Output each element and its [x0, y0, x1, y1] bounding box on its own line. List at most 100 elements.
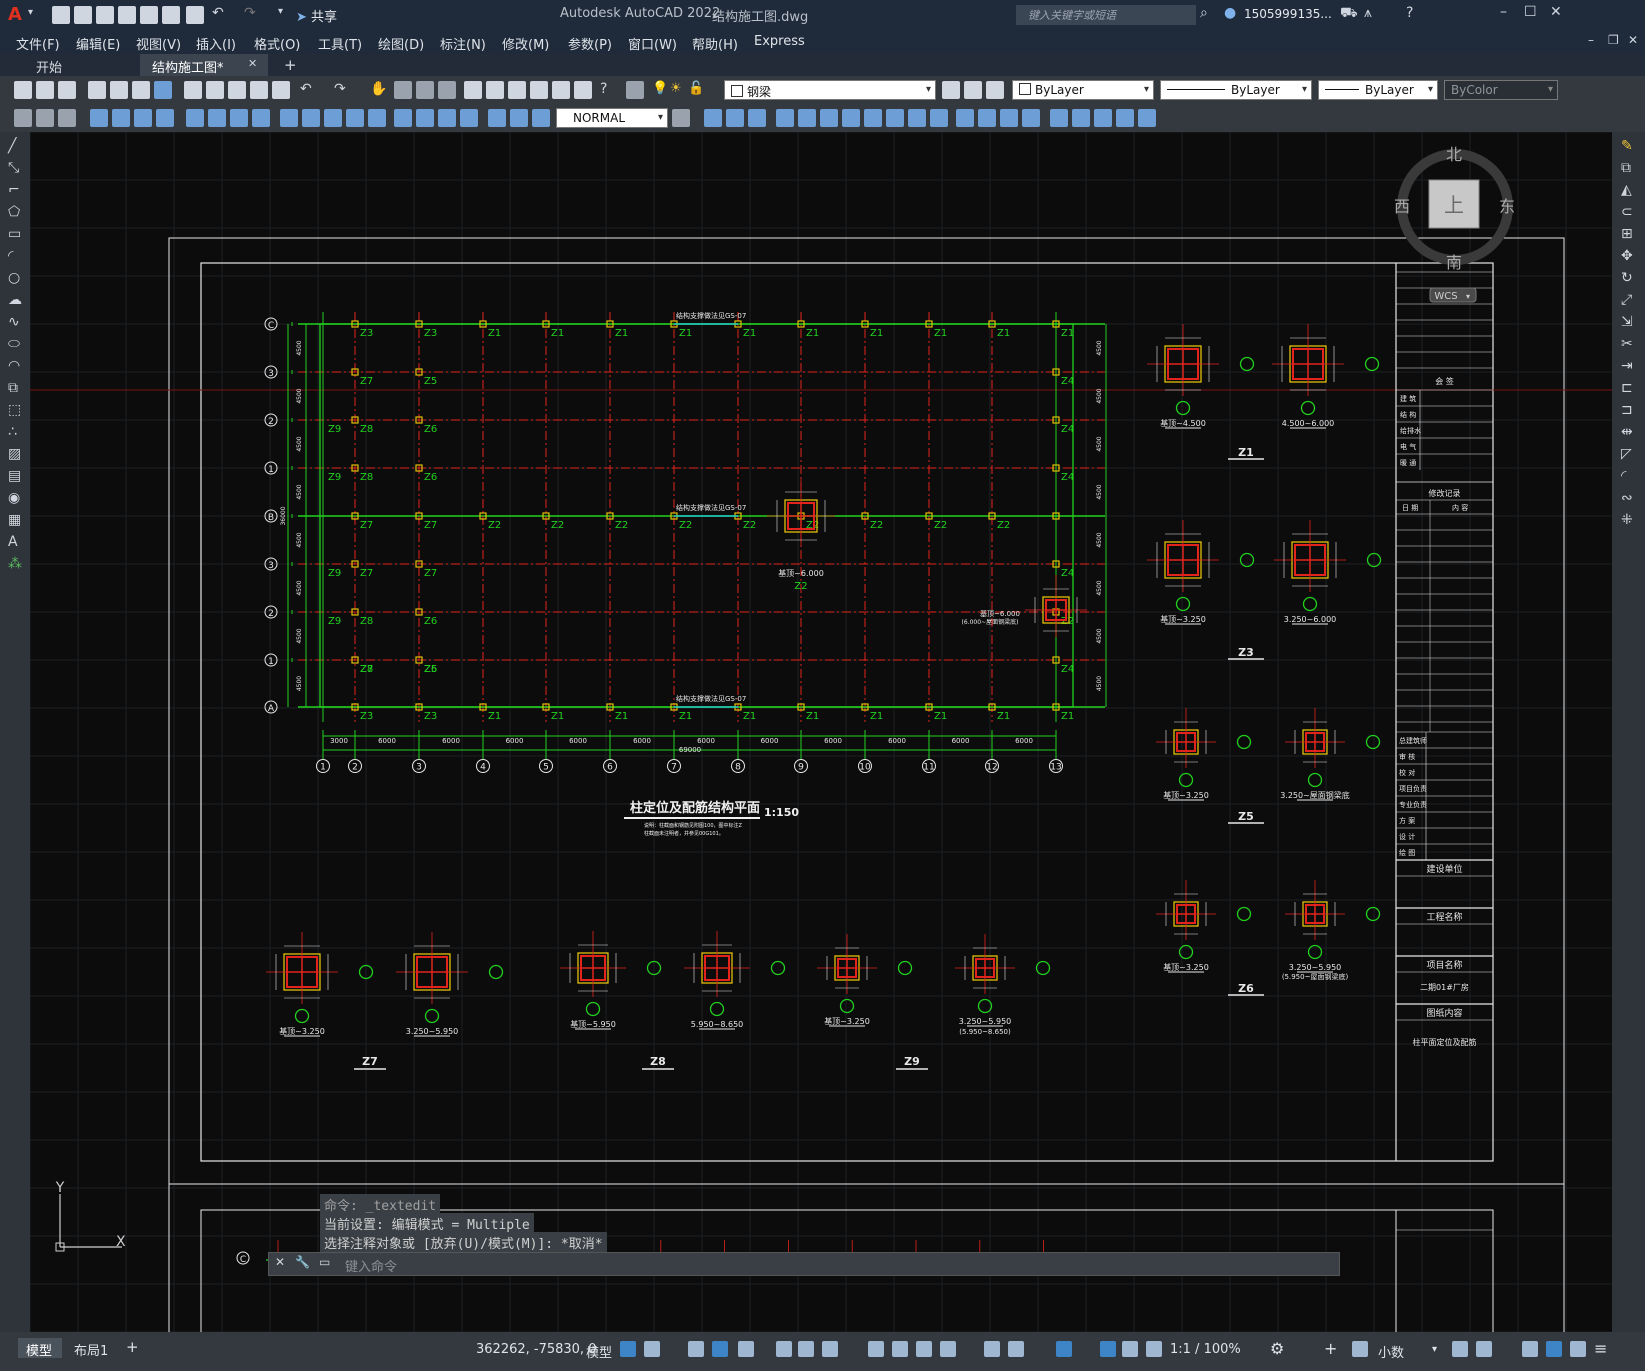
chamfer-icon[interactable] [1000, 109, 1018, 127]
snap-icon[interactable] [644, 1341, 660, 1357]
publish-icon[interactable] [132, 81, 150, 99]
dim-radius-icon[interactable] [186, 109, 204, 127]
color-dropdown[interactable]: ByLayer ▾ [1012, 80, 1154, 100]
autocad-logo-icon[interactable]: A [8, 4, 22, 25]
isolate-objects-icon[interactable] [1522, 1341, 1538, 1357]
region-icon[interactable]: ◉ [8, 490, 20, 506]
clean-screen-icon[interactable] [1570, 1341, 1586, 1357]
user-icon[interactable]: ● [1224, 5, 1236, 21]
open-icon[interactable] [74, 6, 92, 24]
pan-icon[interactable]: ✋ [370, 81, 387, 97]
annotation-scale-icon[interactable] [1146, 1341, 1162, 1357]
dim-baseline-icon[interactable] [302, 109, 320, 127]
selection-cycling-icon[interactable] [916, 1341, 932, 1357]
dim-update-icon[interactable] [532, 109, 550, 127]
menu-window[interactable]: 窗口(W) [628, 34, 677, 53]
ellipse-icon[interactable]: ⬭ [8, 336, 20, 352]
add-selected-icon[interactable]: ⁂ [8, 556, 22, 572]
redo-icon[interactable]: ↷ [334, 81, 346, 97]
rectangle-icon[interactable]: ▭ [8, 226, 21, 242]
table-icon[interactable]: ▦ [8, 512, 21, 528]
block-editor-icon[interactable] [272, 81, 290, 99]
minimize-icon[interactable]: – [1500, 4, 1507, 20]
erase-icon[interactable] [704, 109, 722, 127]
user-name[interactable]: 1505999135... [1244, 7, 1332, 21]
break-point-icon[interactable]: ⊏ [1621, 380, 1633, 396]
tab-start[interactable]: 开始 [36, 57, 62, 76]
quick-properties-icon[interactable] [1452, 1341, 1468, 1357]
rotate-icon[interactable] [842, 109, 860, 127]
plot-icon[interactable] [186, 6, 204, 24]
lineweight-dropdown[interactable]: ByLayer ▾ [1318, 80, 1438, 100]
circle-icon[interactable]: ○ [8, 270, 20, 286]
explode-icon[interactable] [1050, 109, 1068, 127]
customize-menu-icon[interactable]: ≡ [1594, 1339, 1607, 1358]
tab-drawing[interactable]: 结构施工图* ✕ [140, 54, 268, 76]
menu-parametric[interactable]: 参数(P) [568, 34, 612, 53]
markup-icon[interactable] [552, 81, 570, 99]
array-icon[interactable]: ⊞ [1621, 226, 1633, 242]
help-icon[interactable]: ? [600, 81, 607, 97]
model-space-toggle[interactable]: 模型 [586, 1342, 612, 1361]
isodraft-icon[interactable] [776, 1341, 792, 1357]
3dprint-icon[interactable] [154, 81, 172, 99]
zoom-realtime-icon[interactable] [394, 81, 412, 99]
menu-express[interactable]: Express [754, 34, 805, 49]
fillet-icon[interactable] [1022, 109, 1040, 127]
units-value[interactable]: 小数 [1378, 1342, 1404, 1361]
help-icon[interactable]: ? [1406, 5, 1413, 21]
dim-continue-icon[interactable] [324, 109, 342, 127]
tab-layout1[interactable]: 布局1 [74, 1340, 108, 1359]
dynamic-ucs-icon[interactable] [822, 1341, 838, 1357]
layer-on-icon[interactable]: 💡 [652, 81, 668, 96]
save-icon[interactable] [96, 6, 114, 24]
menu-file[interactable]: 文件(F) [16, 34, 60, 53]
menu-help[interactable]: 帮助(H) [692, 34, 738, 53]
dynamic-input-icon[interactable] [984, 1341, 1000, 1357]
move-icon[interactable] [820, 109, 838, 127]
ortho-icon[interactable] [712, 1341, 728, 1357]
insert-block-icon[interactable]: ⧉ [8, 380, 18, 396]
command-input[interactable]: 键入命令 [345, 1256, 397, 1275]
tolerance-icon[interactable] [394, 109, 412, 127]
search-box[interactable]: 键入关键字或短语 [1016, 5, 1196, 25]
erase-icon[interactable]: ✎ [1621, 138, 1633, 154]
search-icon[interactable]: ⌕ [1200, 5, 1208, 21]
lock-ui-icon[interactable] [1476, 1341, 1492, 1357]
paste-icon[interactable] [228, 81, 246, 99]
break-icon[interactable] [956, 109, 974, 127]
compass-north[interactable]: 北 [1446, 145, 1462, 164]
move-icon[interactable]: ✥ [1621, 248, 1633, 264]
dim-arc-icon[interactable] [134, 109, 152, 127]
3d-osnap-icon[interactable] [940, 1341, 956, 1357]
edit-spline-icon[interactable] [1094, 109, 1112, 127]
scale-icon[interactable] [864, 109, 882, 127]
open-icon[interactable] [36, 81, 54, 99]
redraw-icon[interactable] [36, 109, 54, 127]
save-web-icon[interactable] [162, 6, 180, 24]
dim-diameter-icon[interactable] [230, 109, 248, 127]
trim-icon[interactable]: ✂ [1621, 336, 1633, 352]
doc-close-icon[interactable]: ✕ [1628, 33, 1638, 47]
chevron-down-icon[interactable]: ▾ [1432, 1344, 1437, 1355]
layer-properties-icon[interactable] [626, 81, 644, 99]
make-current-layer-icon[interactable] [942, 81, 960, 99]
dim-linear-icon[interactable] [90, 109, 108, 127]
annotation-scale-value[interactable]: 1:1 / 100% [1170, 1342, 1241, 1357]
layer-thaw-icon[interactable]: ☀ [670, 81, 682, 96]
insert-icon[interactable] [14, 109, 32, 127]
polar-icon[interactable] [738, 1341, 754, 1357]
gizmo-icon[interactable] [1056, 1341, 1072, 1357]
dim-text-edit-icon[interactable] [510, 109, 528, 127]
infer-constraints-icon[interactable] [688, 1341, 704, 1357]
layer-states-icon[interactable] [986, 81, 1004, 99]
revcloud-icon[interactable]: ☁ [8, 292, 22, 308]
arc-icon[interactable]: ◜ [8, 248, 13, 264]
edit-polyline-icon[interactable] [1072, 109, 1090, 127]
blend-icon[interactable]: ∾ [1621, 490, 1633, 506]
qnew-icon[interactable] [14, 81, 32, 99]
tool-palettes-icon[interactable] [508, 81, 526, 99]
compass-east[interactable]: 东 [1499, 197, 1515, 216]
copy-icon[interactable]: ⧉ [1621, 160, 1631, 176]
inspect-icon[interactable] [438, 109, 456, 127]
